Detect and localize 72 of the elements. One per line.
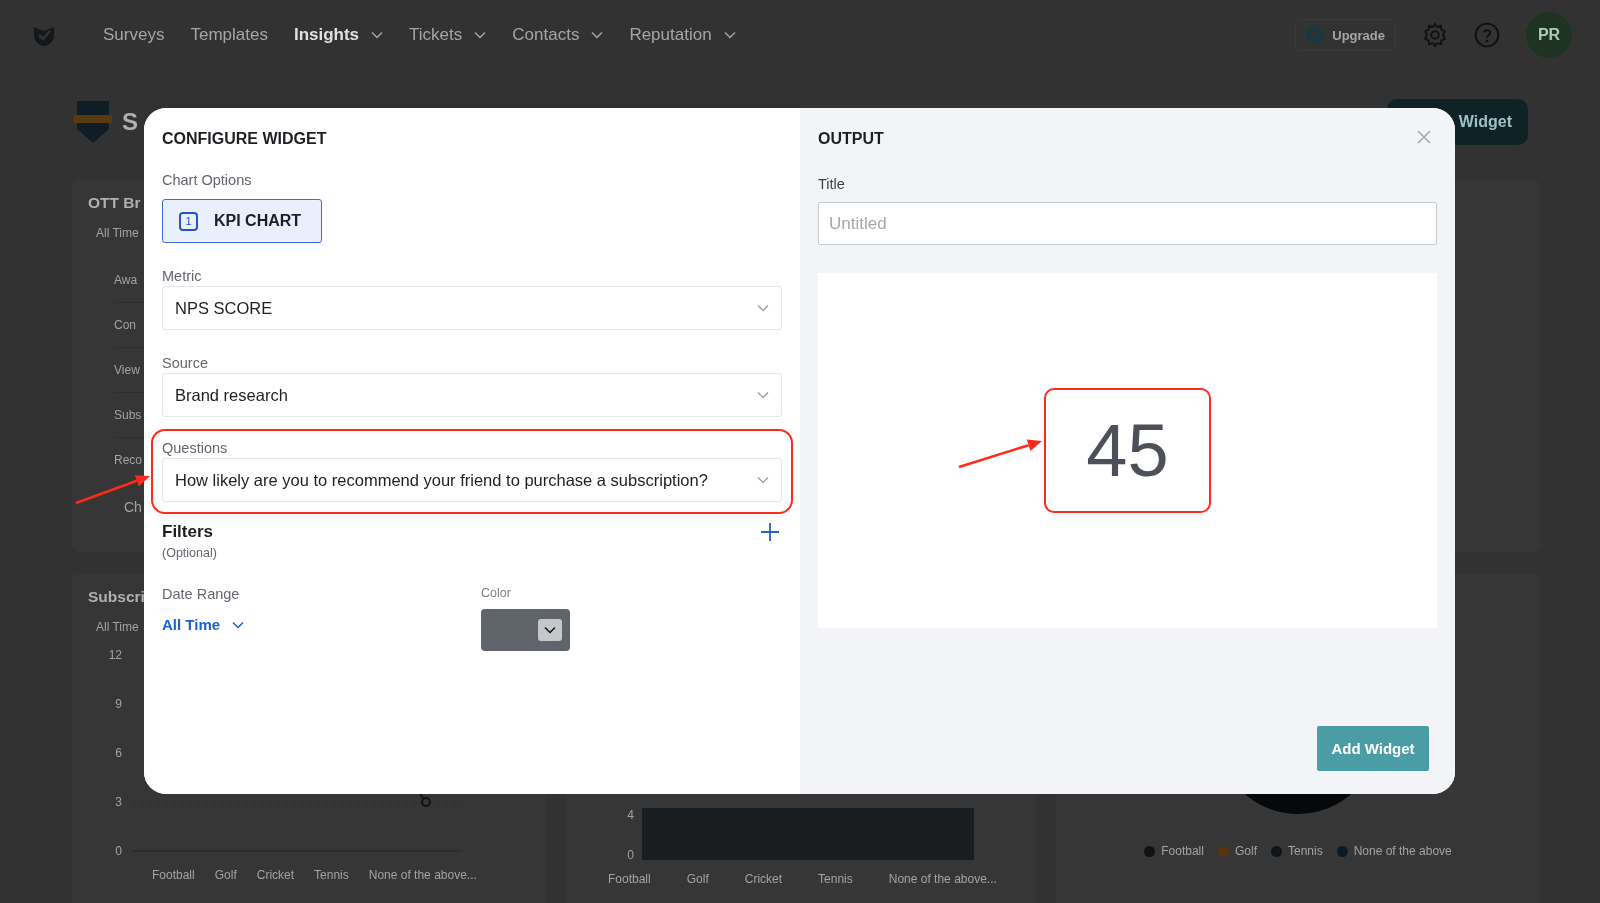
axis-category-label: Football — [152, 868, 195, 882]
help-icon[interactable] — [1474, 22, 1500, 48]
nav-item[interactable]: Reputation — [629, 25, 736, 45]
axis-category-label: Golf — [214, 868, 237, 882]
card-title: OTT Br — [88, 194, 141, 212]
list-row: Awa — [114, 273, 138, 287]
axis-tick-label: 0 — [627, 848, 634, 862]
add-widget-button[interactable]: Add Widget — [1317, 726, 1429, 771]
list-row: Reco — [114, 453, 142, 467]
field-label: Questions — [162, 440, 229, 456]
axis-category-label: Cricket — [744, 872, 783, 886]
page-title: S — [122, 108, 138, 136]
card-title: Subscri — [88, 588, 145, 606]
date-range-dropdown[interactable]: All Time — [162, 616, 245, 633]
list-row: View — [114, 363, 140, 377]
axis-tick-label: 3 — [115, 795, 122, 809]
award-badge-icon — [74, 99, 112, 145]
axis-category-label: None of the above... — [888, 872, 997, 886]
chevron-down-icon — [757, 391, 769, 399]
axis-tick-label: 9 — [115, 697, 122, 711]
dialog-title: CONFIGURE WIDGET — [162, 130, 327, 148]
optional-note: (Optional) — [162, 546, 217, 560]
legend-label: Football — [1161, 844, 1204, 858]
nav-item[interactable]: Surveys — [103, 25, 165, 45]
field-label: Date Range — [162, 586, 241, 602]
add-icon[interactable] — [760, 522, 780, 542]
chevron-down-icon — [757, 476, 769, 484]
dropdown-field[interactable]: NPS SCORE — [162, 286, 782, 330]
kpi-value: 45 — [1086, 408, 1169, 493]
axis-category-label: Tennis — [314, 868, 349, 882]
list-row: Con — [114, 318, 136, 332]
date-range-label: All Time — [96, 226, 139, 240]
axis-category-label: Football — [608, 872, 651, 886]
nav-item[interactable]: Templates — [190, 25, 268, 45]
field-label: Metric — [162, 268, 203, 284]
field-label: Color — [481, 586, 512, 600]
section-title: Filters — [162, 522, 215, 542]
arrow-up-icon — [1306, 26, 1325, 44]
chevron-down-icon — [544, 626, 556, 634]
axis-category-label: Cricket — [256, 868, 295, 882]
upgrade-button[interactable]: Upgrade — [1295, 19, 1396, 51]
settings-icon[interactable] — [1422, 22, 1448, 48]
dropdown-field[interactable]: How likely are you to recommend your friend to purchase a subscription? — [162, 458, 782, 502]
axis-category-label: None of the above... — [368, 868, 477, 882]
field-label: Title — [818, 176, 846, 192]
chart-option-button[interactable]: 1 KPI CHART — [162, 199, 322, 243]
list-row: Subs — [114, 408, 142, 422]
legend-label: Tennis — [1287, 844, 1323, 858]
date-range-label: All Time — [96, 620, 139, 634]
color-picker[interactable] — [481, 609, 570, 651]
axis-tick-label: 12 — [108, 648, 122, 662]
axis-tick-label: 0 — [115, 844, 122, 858]
nav-item[interactable]: Insights — [293, 25, 384, 45]
legend-label: None of the above — [1353, 844, 1452, 858]
chevron-down-icon — [757, 304, 769, 312]
axis-category-label: Tennis — [818, 872, 853, 886]
axis-tick-label: 6 — [115, 746, 122, 760]
field-label: Source — [162, 355, 209, 371]
panel-title: OUTPUT — [818, 130, 884, 148]
field-label: Chart Options — [162, 172, 253, 188]
user-avatar[interactable]: PR — [1526, 12, 1572, 58]
chevron-down-icon — [232, 620, 245, 629]
card-footer-text: Ch — [124, 499, 142, 515]
legend-label: Golf — [1234, 844, 1257, 858]
nav-item[interactable]: Tickets — [409, 25, 487, 45]
axis-tick-label: 4 — [627, 808, 634, 822]
axis-category-label: Golf — [686, 872, 709, 886]
dropdown-field[interactable]: Brand research — [162, 373, 782, 417]
title-input[interactable]: Untitled — [818, 202, 1437, 245]
nav-item[interactable]: Contacts — [512, 25, 604, 45]
number-icon: 1 — [179, 211, 198, 231]
close-icon[interactable] — [1417, 130, 1431, 144]
